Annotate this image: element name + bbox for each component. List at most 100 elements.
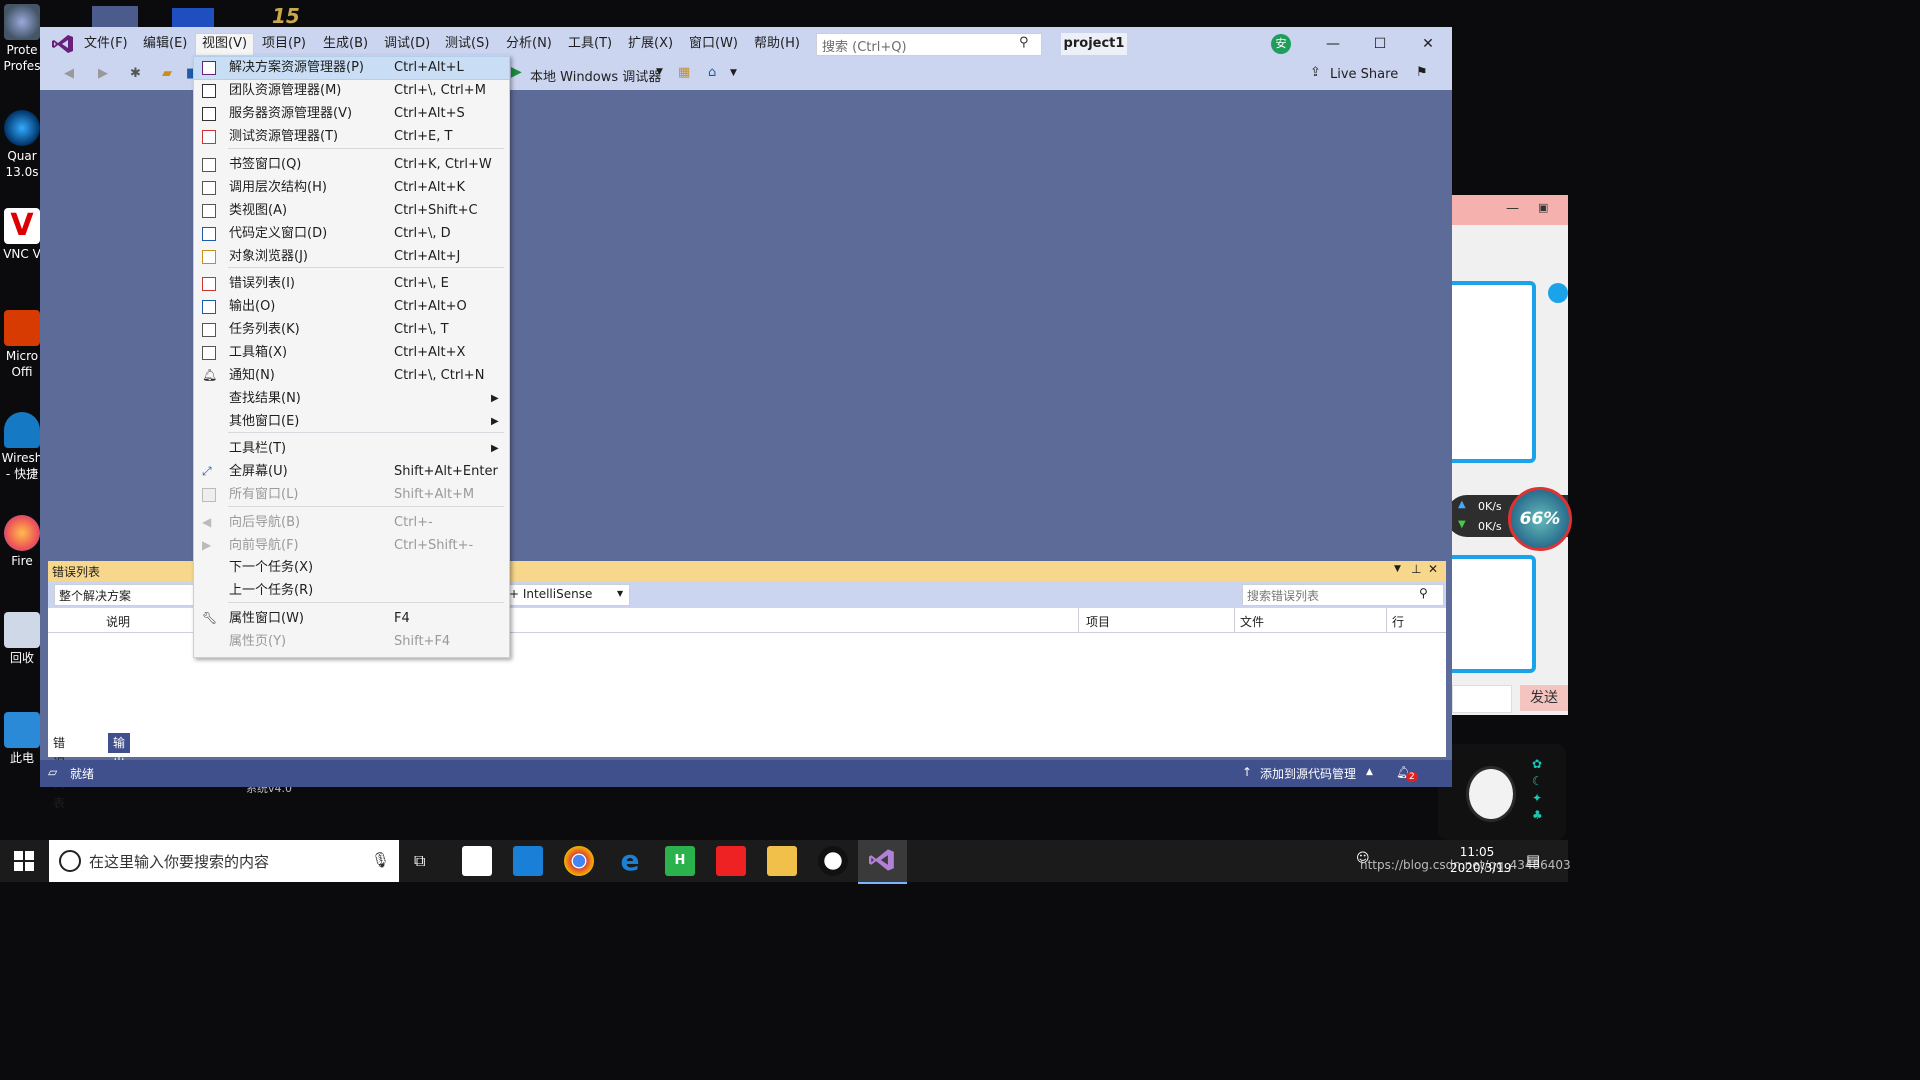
desktop-icon-this-pc[interactable]: 此电 <box>0 712 44 766</box>
mascot-widget[interactable]: ✿ ☾ ✦ ♣ <box>1438 744 1566 840</box>
view-menu-item[interactable]: 对象浏览器(J) Ctrl+Alt+J <box>194 246 509 268</box>
visual-studio-taskbar-item[interactable] <box>858 840 907 884</box>
view-menu-item[interactable]: 工具箱(X) Ctrl+Alt+X <box>194 342 509 364</box>
desktop-icon-recycle-bin[interactable]: 回收 <box>0 612 44 666</box>
net-speed-widget[interactable]: ▲ 0K/s ▼ 0K/s 66% <box>1446 487 1572 551</box>
mail-app-icon[interactable] <box>513 846 543 876</box>
column-header-project[interactable]: 项目 <box>1086 613 1110 630</box>
taskbar-search-input[interactable]: 在这里输入你要搜索的内容 🎙︎ <box>49 840 399 882</box>
view-menu-item-shortcut: Ctrl+E, T <box>394 129 453 144</box>
view-menu-item[interactable]: 代码定义窗口(D) Ctrl+\, D <box>194 223 509 245</box>
live-share-button[interactable]: Live Share <box>1330 67 1398 82</box>
view-menu-item[interactable]: 书签窗口(Q) Ctrl+K, Ctrl+W <box>194 154 509 176</box>
menu-help[interactable]: 帮助(H) <box>748 34 806 54</box>
view-menu-item[interactable]: 🔧︎ 属性窗口(W) F4 <box>194 608 509 630</box>
view-menu-item[interactable]: 调用层次结构(H) Ctrl+Alt+K <box>194 177 509 199</box>
toolbar-icon[interactable]: ▦ <box>678 65 690 80</box>
desktop-icon-wireshark[interactable]: Wiresh - 快捷 <box>0 412 44 482</box>
menu-analyze[interactable]: 分析(N) <box>500 34 558 54</box>
navigate-back-icon[interactable]: ◀ <box>64 66 74 81</box>
menu-file[interactable]: 文件(F) <box>78 34 134 54</box>
start-debug-icon[interactable]: ▶ <box>511 64 522 80</box>
view-menu-item[interactable]: ⤢ 全屏幕(U) Shift+Alt+Enter <box>194 461 509 483</box>
menu-edit[interactable]: 编辑(E) <box>137 34 193 54</box>
maximize-button[interactable]: ☐ <box>1365 33 1395 55</box>
view-menu-item[interactable]: 任务列表(K) Ctrl+\, T <box>194 319 509 341</box>
user-avatar[interactable]: 安 <box>1271 34 1291 54</box>
toolbar-overflow-icon[interactable]: ▼ <box>730 68 737 78</box>
debugger-dropdown-icon[interactable]: ▼ <box>656 67 663 77</box>
desktop-icon-vnc[interactable]: V VNC V <box>0 208 44 262</box>
chrome-app-icon[interactable] <box>564 846 594 876</box>
view-menu-item[interactable]: 解决方案资源管理器(P) Ctrl+Alt+L <box>193 56 510 80</box>
column-header-description[interactable]: 说明 <box>106 613 130 630</box>
desktop-icon-firefox[interactable]: Fire <box>0 515 44 569</box>
scope-dropdown[interactable]: 整个解决方案 <box>54 584 196 606</box>
view-menu-item-label: 代码定义窗口(D) <box>229 226 328 241</box>
store-app-icon[interactable] <box>462 846 492 876</box>
menu-extensions[interactable]: 扩展(X) <box>622 34 679 54</box>
column-header-file[interactable]: 文件 <box>1240 613 1264 630</box>
menu-project[interactable]: 项目(P) <box>256 34 312 54</box>
desktop-icon-proteus[interactable]: Prote Profes <box>0 4 44 74</box>
edge-app-icon[interactable]: e <box>615 846 645 876</box>
action-center-icon[interactable]: ▤ <box>1526 851 1540 869</box>
build-intellisense-dropdown[interactable]: + IntelliSense ▼ <box>508 584 630 606</box>
new-project-icon[interactable]: ✱ <box>130 66 141 81</box>
qq-app-icon[interactable] <box>818 846 848 876</box>
microphone-icon[interactable]: 🎙︎ <box>371 851 390 869</box>
view-menu-item-shortcut: F4 <box>394 611 410 626</box>
view-menu-item[interactable]: 服务器资源管理器(V) Ctrl+Alt+S <box>194 103 509 125</box>
solution-explorer-icon <box>202 61 216 75</box>
tab-output[interactable]: 输出 <box>108 733 131 770</box>
minimize-icon[interactable]: — <box>1506 201 1519 216</box>
scope-value: 整个解决方案 <box>59 589 132 603</box>
task-view-icon[interactable]: ⧉ <box>414 851 425 871</box>
view-menu-item-shortcut: Ctrl+\, Ctrl+M <box>394 83 486 98</box>
error-list-title: 错误列表 <box>52 565 101 579</box>
maximize-icon[interactable]: ▣ <box>1538 201 1548 214</box>
toolbar-icon-2[interactable]: ⌂ <box>708 65 716 80</box>
youdao-app-icon[interactable] <box>716 846 746 876</box>
debugger-target[interactable]: 本地 Windows 调试器 <box>530 66 661 85</box>
navigate-forward-icon[interactable]: ▶ <box>98 66 108 81</box>
system-clock[interactable]: 11:05 2020/3/19 <box>1450 844 1512 876</box>
close-button[interactable]: ✕ <box>1413 33 1443 55</box>
panel-close-icon[interactable]: ✕ <box>1428 562 1438 576</box>
menu-test[interactable]: 测试(S) <box>439 34 495 54</box>
add-to-source-control[interactable]: 添加到源代码管理 <box>1260 765 1356 782</box>
open-folder-icon[interactable]: ▰ <box>162 66 172 81</box>
view-menu-item[interactable]: 输出(O) Ctrl+Alt+O <box>194 296 509 318</box>
view-menu-item[interactable]: 团队资源管理器(M) Ctrl+\, Ctrl+M <box>194 80 509 102</box>
panel-dropdown-icon[interactable]: ▼ <box>1394 564 1401 574</box>
view-menu-item[interactable]: 上一个任务(R) <box>194 580 509 602</box>
view-menu-item[interactable]: 查找结果(N) ▶ <box>194 388 509 410</box>
desktop-icon-office[interactable]: Micro Offi <box>0 310 44 380</box>
menu-debug[interactable]: 调试(D) <box>378 34 436 54</box>
tab-error-list[interactable]: 错误列表 <box>48 733 71 810</box>
view-menu-item[interactable]: 工具栏(T) ▶ <box>194 438 509 460</box>
quick-search-input[interactable]: 搜索 (Ctrl+Q) ⚲ <box>816 33 1042 56</box>
menu-window[interactable]: 窗口(W) <box>683 34 744 54</box>
desktop-icon-quartus[interactable]: Quar 13.0s <box>0 110 44 180</box>
menu-tools[interactable]: 工具(T) <box>562 34 618 54</box>
chat-input[interactable] <box>1452 685 1512 713</box>
column-header-line[interactable]: 行 <box>1392 613 1404 630</box>
menu-view[interactable]: 视图(V) <box>195 33 255 56</box>
hbuilder-app-icon[interactable]: H <box>665 846 695 876</box>
view-menu-item[interactable]: 🔔︎ 通知(N) Ctrl+\, Ctrl+N <box>194 365 509 387</box>
view-menu-item[interactable]: 错误列表(I) Ctrl+\, E <box>194 273 509 295</box>
minimize-button[interactable]: — <box>1318 33 1348 55</box>
send-button[interactable]: 发送 <box>1520 685 1568 711</box>
view-menu-item[interactable]: 其他窗口(E) ▶ <box>194 411 509 433</box>
start-windows-icon[interactable] <box>14 851 34 871</box>
file-explorer-app-icon[interactable] <box>767 846 797 876</box>
feedback-icon[interactable]: ⚑ <box>1416 65 1428 80</box>
error-search-input[interactable]: 搜索错误列表 ⚲ <box>1242 584 1444 606</box>
view-menu-item[interactable]: 下一个任务(X) <box>194 557 509 579</box>
view-menu-item[interactable]: 测试资源管理器(T) Ctrl+E, T <box>194 126 509 148</box>
pin-icon[interactable]: ⊥ <box>1411 562 1421 576</box>
menu-build[interactable]: 生成(B) <box>317 34 374 54</box>
view-menu-item-shortcut: Ctrl+\, E <box>394 276 449 291</box>
view-menu-item[interactable]: 类视图(A) Ctrl+Shift+C <box>194 200 509 222</box>
